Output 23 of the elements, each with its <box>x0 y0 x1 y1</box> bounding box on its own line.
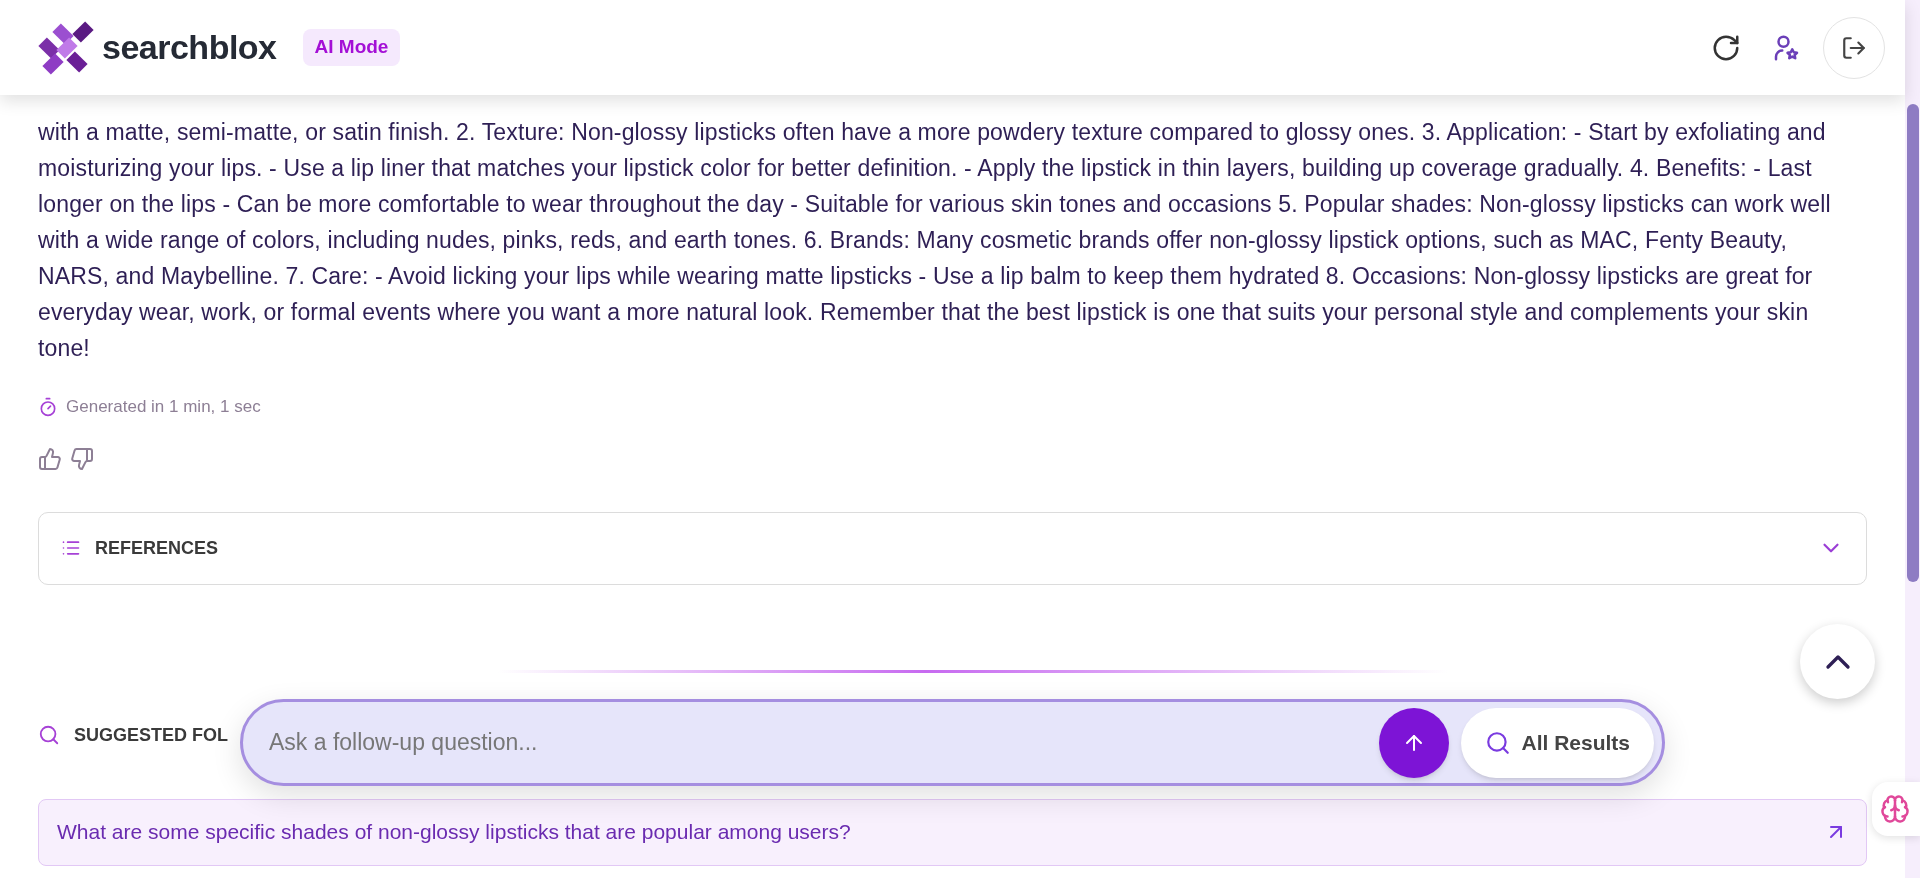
list-icon <box>61 538 81 558</box>
all-results-button[interactable]: All Results <box>1461 707 1654 778</box>
brain-icon <box>1880 794 1910 824</box>
suggested-title: SUGGESTED FOL <box>74 723 228 747</box>
brain-button[interactable] <box>1872 782 1920 836</box>
suggestion-item[interactable]: What are some specific shades of non-glossy lipsticks that are popular among users? <box>38 798 1867 866</box>
answer-text: with a matte, semi-matte, or satin finish. 2. Texture: Non-glossy lipsticks often have a more powdery texture compared to glossy ones. 3. Application: - Start by exfoliating and moisturizing your lips. - Use a lip liner that matches your lipstick color for better definition. - Apply the lipstick in thin layers, building up coverage gradually. 4. Benefits: - Last longer on the lips - Can be more comfortable to wear throughout the day - Suitable for various skin tones and occasions 5. Popular shades: Non-glossy lipsticks can work well with a wide range of colors, including nudes, pinks, reds, and earth tones. 6. Brands: Many cosmetic brands offer non-glossy lipstick options, such as MAC, Fenty Beauty, NARS, and Maybelline. 7. Care: - Avoid licking your lips while wearing matte lipsticks - Use a lip balm to keep them hydrated 8. Occasions: Non-glossy lipsticks are great for everyday wear, work, or formal events where you want a more natural look. Remember that the best lipstick is one that suits your personal style and complements your skin tone! <box>38 118 1832 363</box>
search-icon <box>1485 729 1512 756</box>
references-panel[interactable]: REFERENCES <box>38 511 1867 585</box>
follow-up-field[interactable]: Ask a follow-up question... All Results <box>240 699 1665 786</box>
generation-time: Generated in 1 min, 1 sec <box>66 396 261 418</box>
follow-up-input[interactable]: Ask a follow-up question... <box>269 725 1380 760</box>
logout-icon <box>1841 34 1867 61</box>
suggestion-text: What are some specific shades of non-glossy lipsticks that are popular among users? <box>57 819 852 846</box>
thumbs-up-icon[interactable] <box>38 446 62 471</box>
timer-icon <box>38 396 58 417</box>
scrollbar-thumb[interactable] <box>1906 104 1919 582</box>
logo-icon <box>38 19 96 76</box>
references-title: REFERENCES <box>95 536 219 560</box>
ai-mode-badge: AI Mode <box>302 29 401 66</box>
logo-text: searchblox <box>102 27 277 68</box>
search-icon <box>38 724 60 746</box>
thumbs-down-icon[interactable] <box>70 446 94 471</box>
